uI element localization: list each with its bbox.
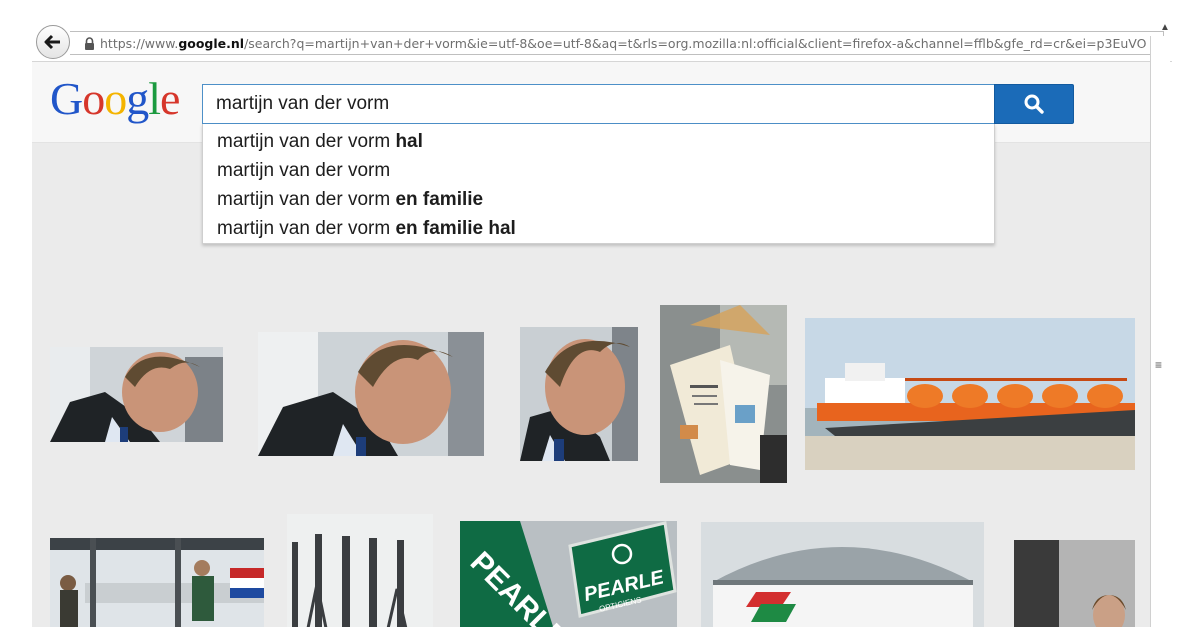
- search-button[interactable]: [994, 84, 1074, 124]
- search-input[interactable]: martijn van der vorm: [202, 84, 995, 124]
- url-text: https://www.google.nl/search?q=martijn+v…: [100, 35, 1147, 51]
- lock-icon: [78, 36, 100, 50]
- image-result-towers[interactable]: [287, 514, 433, 627]
- back-button[interactable]: [36, 25, 70, 59]
- google-logo[interactable]: Google: [50, 76, 180, 122]
- image-result-newspaper[interactable]: [660, 305, 787, 483]
- suggestion-item[interactable]: martijn van der vorm hal: [203, 127, 994, 156]
- image-result-portrait[interactable]: [520, 327, 638, 461]
- image-result-lng-ship[interactable]: [805, 318, 1135, 470]
- image-result-portrait[interactable]: [50, 347, 223, 442]
- image-result-woman[interactable]: [1014, 540, 1135, 627]
- search-icon: [1024, 94, 1044, 114]
- suggestion-item[interactable]: martijn van der vorm en familie hal: [203, 214, 994, 243]
- scroll-up-icon[interactable]: ▲: [1158, 22, 1172, 36]
- browser-toolbar: https://www.google.nl/search?q=martijn+v…: [32, 22, 1172, 62]
- suggestion-item[interactable]: martijn van der vorm en familie: [203, 185, 994, 214]
- back-arrow-icon: [44, 34, 60, 50]
- image-result-portrait[interactable]: [258, 332, 484, 456]
- suggestion-item[interactable]: martijn van der vorm: [203, 156, 994, 185]
- scroll-grip-icon: ≡: [1155, 358, 1163, 372]
- image-result-dock[interactable]: [50, 538, 264, 627]
- address-bar[interactable]: https://www.google.nl/search?q=martijn+v…: [70, 31, 1164, 55]
- vertical-scrollbar[interactable]: ≡: [1150, 36, 1170, 627]
- image-result-pearle-sign[interactable]: PEARLE PEARLE OPTICIENS: [460, 521, 677, 627]
- image-result-storage-tank[interactable]: [701, 522, 984, 627]
- autocomplete-dropdown: martijn van der vorm hal martijn van der…: [202, 124, 995, 244]
- search-results-page: Google martijn van der vorm martijn van …: [32, 62, 1150, 627]
